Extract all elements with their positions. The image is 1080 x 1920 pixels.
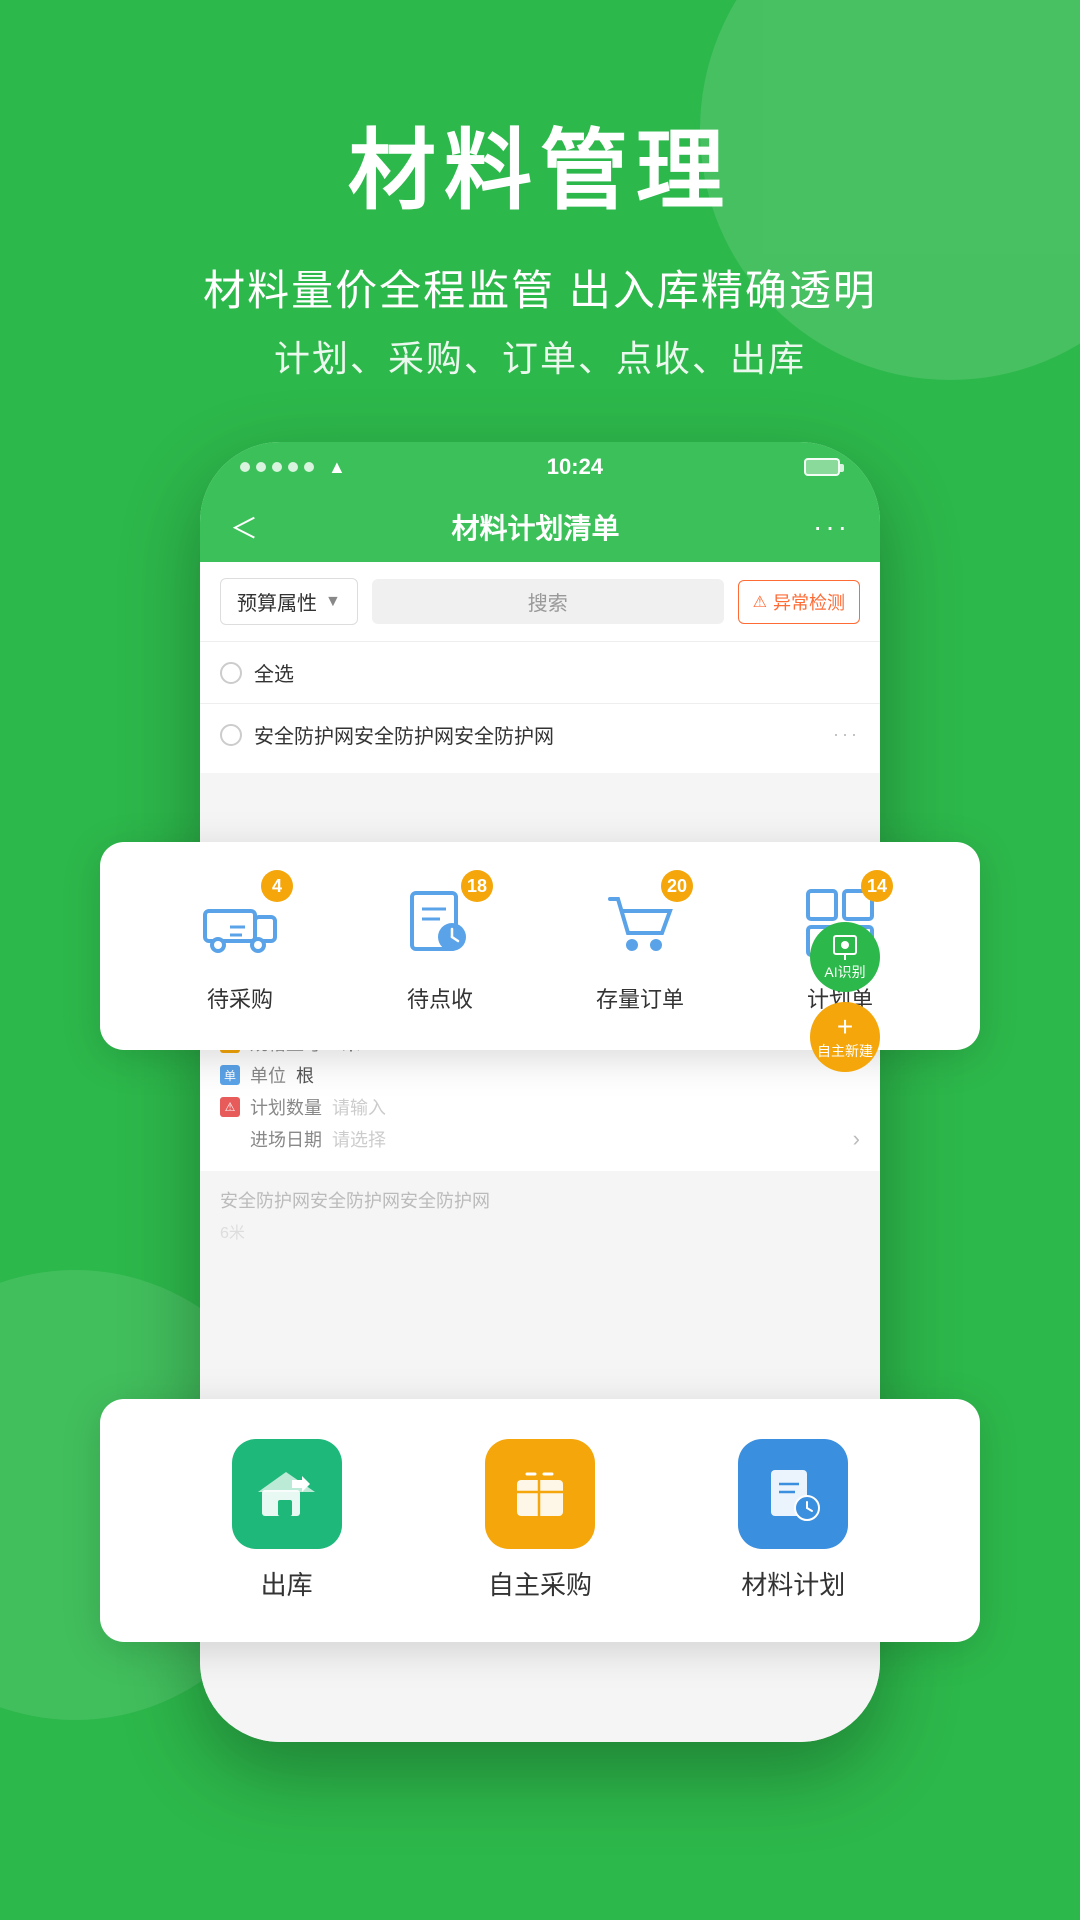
signal-dots: ▲ <box>240 457 346 478</box>
filter-bar: 预算属性 ▼ 搜索 ⚠ 异常检测 <box>200 562 880 641</box>
list-item-1-dots[interactable]: ··· <box>833 724 860 745</box>
date-arrow-icon: › <box>853 1126 860 1152</box>
pending-receive-badge: 18 <box>461 870 493 902</box>
outbound-icon-wrap <box>232 1439 342 1549</box>
cart-box-icon <box>507 1462 572 1527</box>
signal-dot-3 <box>272 462 282 472</box>
status-icons <box>804 458 840 476</box>
subtitle-line2: 计划、采购、订单、点收、出库 <box>0 330 1080 382</box>
material-plan-label: 材料计划 <box>741 1565 845 1602</box>
list-item-1: 安全防护网安全防护网安全防护网 ··· <box>200 703 880 773</box>
list-item-1-title: 安全防护网安全防护网安全防护网 <box>254 720 821 749</box>
action-item-stock-order[interactable]: 20 存量订单 <box>595 878 685 1014</box>
stock-order-icon-wrap: 20 <box>595 878 685 968</box>
unit-label: 单位 <box>250 1062 286 1088</box>
status-time: 10:24 <box>547 454 603 480</box>
wifi-icon: ▲ <box>328 457 346 478</box>
outbound-label: 出库 <box>261 1565 313 1602</box>
pending-receive-label: 待点收 <box>407 982 473 1014</box>
ai-button-label: AI识别 <box>824 962 865 982</box>
pending-purchase-icon-wrap: 4 <box>195 878 285 968</box>
plus-icon: + <box>837 1013 853 1041</box>
anomaly-detect-button[interactable]: ⚠ 异常检测 <box>738 580 860 624</box>
unit-icon: 单 <box>220 1065 240 1085</box>
action-item-pending-purchase[interactable]: 4 待采购 <box>195 878 285 1014</box>
signal-dot-5 <box>304 462 314 472</box>
select-all-label: 全选 <box>254 658 294 687</box>
stock-order-label: 存量订单 <box>596 982 684 1014</box>
signal-dot-4 <box>288 462 298 472</box>
action-item-outbound[interactable]: 出库 <box>232 1439 342 1602</box>
nav-back-button[interactable]: ＜ <box>230 507 258 547</box>
main-title: 材料管理 <box>0 100 1080 227</box>
warehouse-out-icon <box>254 1462 319 1527</box>
unit-value: 根 <box>296 1062 314 1088</box>
phone-status-bar: ▲ 10:24 <box>200 442 880 492</box>
main-actions-card: 出库 自主采购 <box>100 1399 980 1642</box>
qty-row: ⚠ 计划数量 请输入 <box>220 1091 860 1123</box>
filter-dropdown[interactable]: 预算属性 ▼ <box>220 578 358 625</box>
filter-dropdown-label: 预算属性 <box>237 587 317 616</box>
list-item-1-radio[interactable] <box>220 724 242 746</box>
blurred-detail: 6米 <box>220 1219 860 1243</box>
action-item-material-plan[interactable]: 材料计划 <box>738 1439 848 1602</box>
date-input[interactable]: 请选择 <box>332 1126 843 1152</box>
ai-recognize-button[interactable]: AI识别 <box>810 922 880 992</box>
phone-nav: ＜ 材料计划清单 ··· <box>200 492 880 562</box>
select-all-row[interactable]: 全选 <box>200 641 880 703</box>
qty-input[interactable]: 请输入 <box>332 1094 860 1120</box>
stock-order-badge: 20 <box>661 870 693 902</box>
list-item-1-header: 安全防护网安全防护网安全防护网 ··· <box>220 720 860 749</box>
date-row: 进场日期 请选择 › <box>220 1123 860 1155</box>
self-create-button[interactable]: + 自主新建 <box>810 1002 880 1072</box>
signal-dot-2 <box>256 462 266 472</box>
battery-icon <box>804 458 840 476</box>
signal-dot-1 <box>240 462 250 472</box>
select-all-radio[interactable] <box>220 662 242 684</box>
pending-receive-icon-wrap: 18 <box>395 878 485 968</box>
doc-clock-icon <box>761 1462 826 1527</box>
ai-icon <box>830 932 860 962</box>
action-item-self-purchase[interactable]: 自主采购 <box>485 1439 595 1602</box>
unit-row: 单 单位 根 <box>220 1059 860 1091</box>
plan-badge: 14 <box>861 870 893 902</box>
header-section: 材料管理 材料量价全程监管 出入库精确透明 计划、采购、订单、点收、出库 <box>0 0 1080 382</box>
filter-search-input[interactable]: 搜索 <box>372 579 724 624</box>
material-plan-icon-wrap <box>738 1439 848 1549</box>
self-purchase-icon-wrap <box>485 1439 595 1549</box>
nav-more-button[interactable]: ··· <box>813 511 850 543</box>
chevron-down-icon: ▼ <box>325 593 341 611</box>
pending-purchase-label: 待采购 <box>207 982 273 1014</box>
nav-title: 材料计划清单 <box>452 507 620 547</box>
pending-purchase-badge: 4 <box>261 870 293 902</box>
self-purchase-label: 自主采购 <box>488 1565 592 1602</box>
warning-icon: ⚠ <box>753 592 767 612</box>
phone-mockup: ▲ 10:24 ＜ 材料计划清单 ··· 预算属性 ▼ 搜索 <box>150 442 930 1822</box>
qty-label: 计划数量 <box>250 1094 322 1120</box>
action-item-pending-receive[interactable]: 18 待点收 <box>395 878 485 1014</box>
date-label: 进场日期 <box>250 1126 322 1152</box>
create-button-label: 自主新建 <box>817 1041 873 1061</box>
blurred-text: 安全防护网安全防护网安全防护网 <box>220 1187 860 1213</box>
qty-icon: ⚠ <box>220 1097 240 1117</box>
subtitle-line1: 材料量价全程监管 出入库精确透明 <box>0 257 1080 318</box>
